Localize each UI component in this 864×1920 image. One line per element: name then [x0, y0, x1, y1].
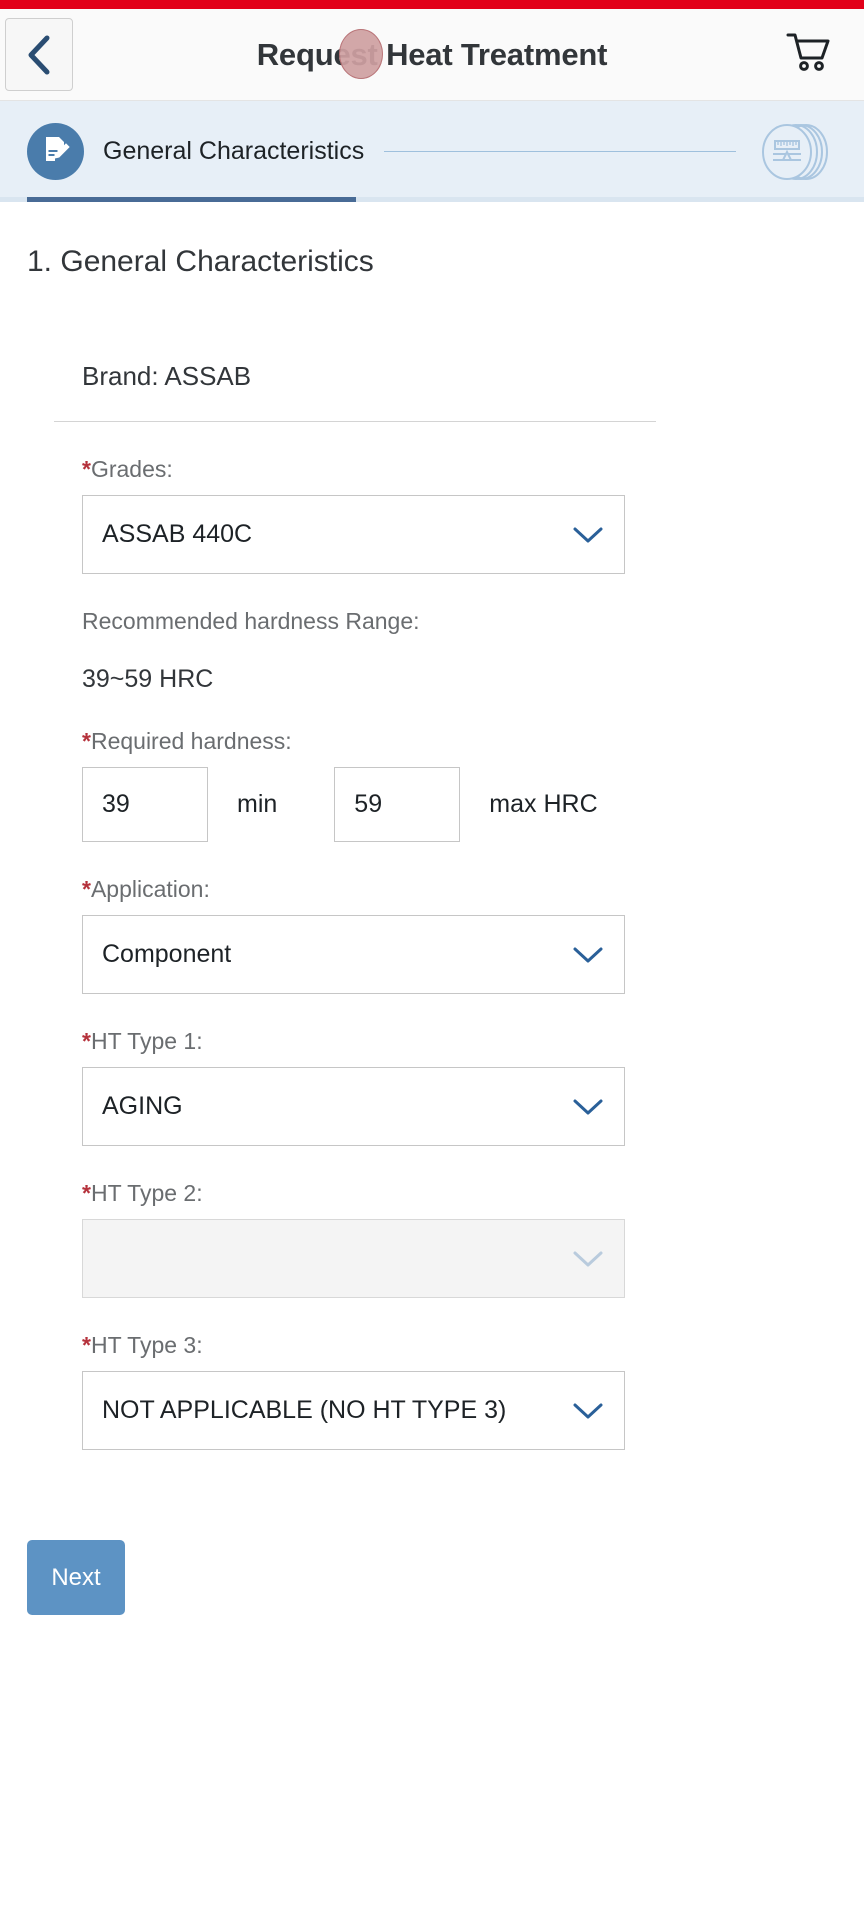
required-asterisk: * — [82, 876, 91, 902]
stepper-active-underline — [27, 197, 356, 202]
step-2-icon[interactable] — [760, 121, 838, 183]
field-required-hardness: *Required hardness: 39 min 59 max HRC — [82, 728, 824, 842]
step-1-label: General Characteristics — [103, 137, 365, 165]
ht-type-2-label-text: HT Type 2: — [90, 1180, 203, 1206]
ht-type-2-select[interactable] — [82, 1219, 625, 1298]
step-connector — [384, 151, 736, 152]
application-label-text: Application: — [90, 876, 210, 902]
stacked-discs-ruler-icon — [760, 123, 838, 187]
field-ht-type-1: *HT Type 1: AGING — [82, 1028, 824, 1146]
grades-value: ASSAB 440C — [102, 520, 253, 548]
back-button[interactable] — [5, 18, 73, 91]
main-content: 1. General Characteristics Brand: ASSAB … — [0, 245, 864, 1615]
grades-label-text: Grades: — [90, 456, 173, 482]
grades-label: *Grades: — [82, 456, 824, 483]
stepper-underline-track — [0, 197, 864, 202]
application-label: *Application: — [82, 876, 824, 903]
chevron-down-icon — [572, 525, 604, 545]
field-ht-type-3: *HT Type 3: NOT APPLICABLE (NO HT TYPE 3… — [82, 1332, 824, 1450]
progress-stepper: General Characteristics — [0, 101, 864, 202]
application-value: Component — [102, 940, 232, 968]
ht-type-3-value: NOT APPLICABLE (NO HT TYPE 3) — [102, 1396, 507, 1424]
ht-type-1-value: AGING — [102, 1092, 183, 1120]
hardness-min-label: min — [237, 790, 278, 818]
ht-type-1-select[interactable]: AGING — [82, 1067, 625, 1146]
step-1-icon[interactable] — [27, 123, 84, 180]
hardness-inputs-row: 39 min 59 max HRC — [82, 767, 824, 842]
ht-type-2-label: *HT Type 2: — [82, 1180, 824, 1207]
characteristics-form: Brand: ASSAB *Grades: ASSAB 440C Recomme… — [54, 361, 864, 1450]
application-select[interactable]: Component — [82, 915, 625, 994]
ht-type-3-select[interactable]: NOT APPLICABLE (NO HT TYPE 3) — [82, 1371, 625, 1450]
shopping-cart-icon — [786, 31, 832, 78]
ht-type-3-label: *HT Type 3: — [82, 1332, 824, 1359]
ht-type-3-label-text: HT Type 3: — [90, 1332, 203, 1358]
chevron-down-icon — [572, 945, 604, 965]
required-asterisk: * — [82, 456, 91, 482]
brand-divider — [54, 421, 656, 422]
required-asterisk: * — [82, 1332, 91, 1358]
section-heading: 1. General Characteristics — [27, 245, 374, 278]
document-edit-icon — [39, 133, 72, 171]
field-application: *Application: Component — [82, 876, 824, 994]
brand-accent-bar — [0, 0, 864, 9]
required-asterisk: * — [82, 1028, 91, 1054]
cart-button[interactable] — [782, 28, 836, 82]
ht-type-1-label-text: HT Type 1: — [90, 1028, 203, 1054]
chevron-down-icon — [572, 1249, 604, 1269]
brand-label: Brand: ASSAB — [82, 361, 252, 391]
required-asterisk: * — [82, 1180, 91, 1206]
required-asterisk: * — [82, 728, 91, 754]
required-hardness-label-text: Required hardness: — [90, 728, 292, 754]
next-button[interactable]: Next — [27, 1540, 125, 1615]
ht-type-1-label: *HT Type 1: — [82, 1028, 824, 1055]
required-hardness-label: *Required hardness: — [82, 728, 824, 755]
field-recommended-hardness: Recommended hardness Range: 39~59 HRC — [82, 608, 824, 694]
hardness-min-input[interactable]: 39 — [82, 767, 208, 842]
chevron-down-icon — [572, 1097, 604, 1117]
chevron-down-icon — [572, 1401, 604, 1421]
recommended-hardness-value: 39~59 HRC — [82, 665, 214, 693]
grades-select[interactable]: ASSAB 440C — [82, 495, 625, 574]
app-header: Request Heat Treatment — [0, 9, 864, 101]
field-ht-type-2: *HT Type 2: — [82, 1180, 824, 1298]
hardness-max-label: max HRC — [489, 790, 598, 818]
chevron-left-icon — [26, 34, 52, 76]
hardness-max-input[interactable]: 59 — [334, 767, 461, 842]
field-grades: *Grades: ASSAB 440C — [82, 456, 824, 574]
cursor-indicator — [339, 29, 383, 79]
page-title: Request Heat Treatment — [256, 36, 608, 72]
recommended-hardness-label: Recommended hardness Range: — [82, 608, 420, 634]
